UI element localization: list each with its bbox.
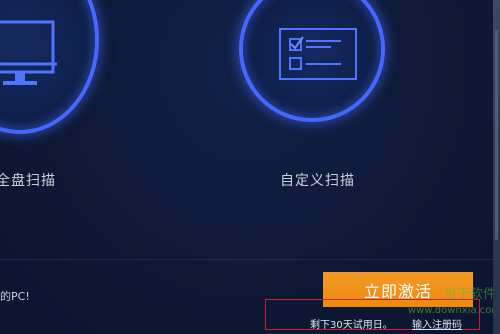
full-scan-circle[interactable] [0, 0, 95, 130]
custom-scan-label[interactable]: 自定义扫描 [280, 170, 355, 190]
protection-status-text: 的PC! [0, 290, 30, 303]
full-scan-label[interactable]: 全盘扫描 [0, 170, 56, 190]
scan-panel: 全盘扫描 自定义扫描 的PC! 立即激活 当下软件园 www.downxia.c… [0, 0, 500, 334]
checklist-icon [279, 28, 357, 80]
trial-remaining-text: 剩下30天试用日。 [310, 320, 393, 331]
monitor-icon [0, 20, 57, 85]
section-divider [0, 259, 493, 260]
custom-scan-circle[interactable] [243, 0, 381, 118]
enter-registration-code-link[interactable]: 输入注册码 [412, 316, 462, 331]
scrollbar[interactable] [493, 0, 500, 334]
